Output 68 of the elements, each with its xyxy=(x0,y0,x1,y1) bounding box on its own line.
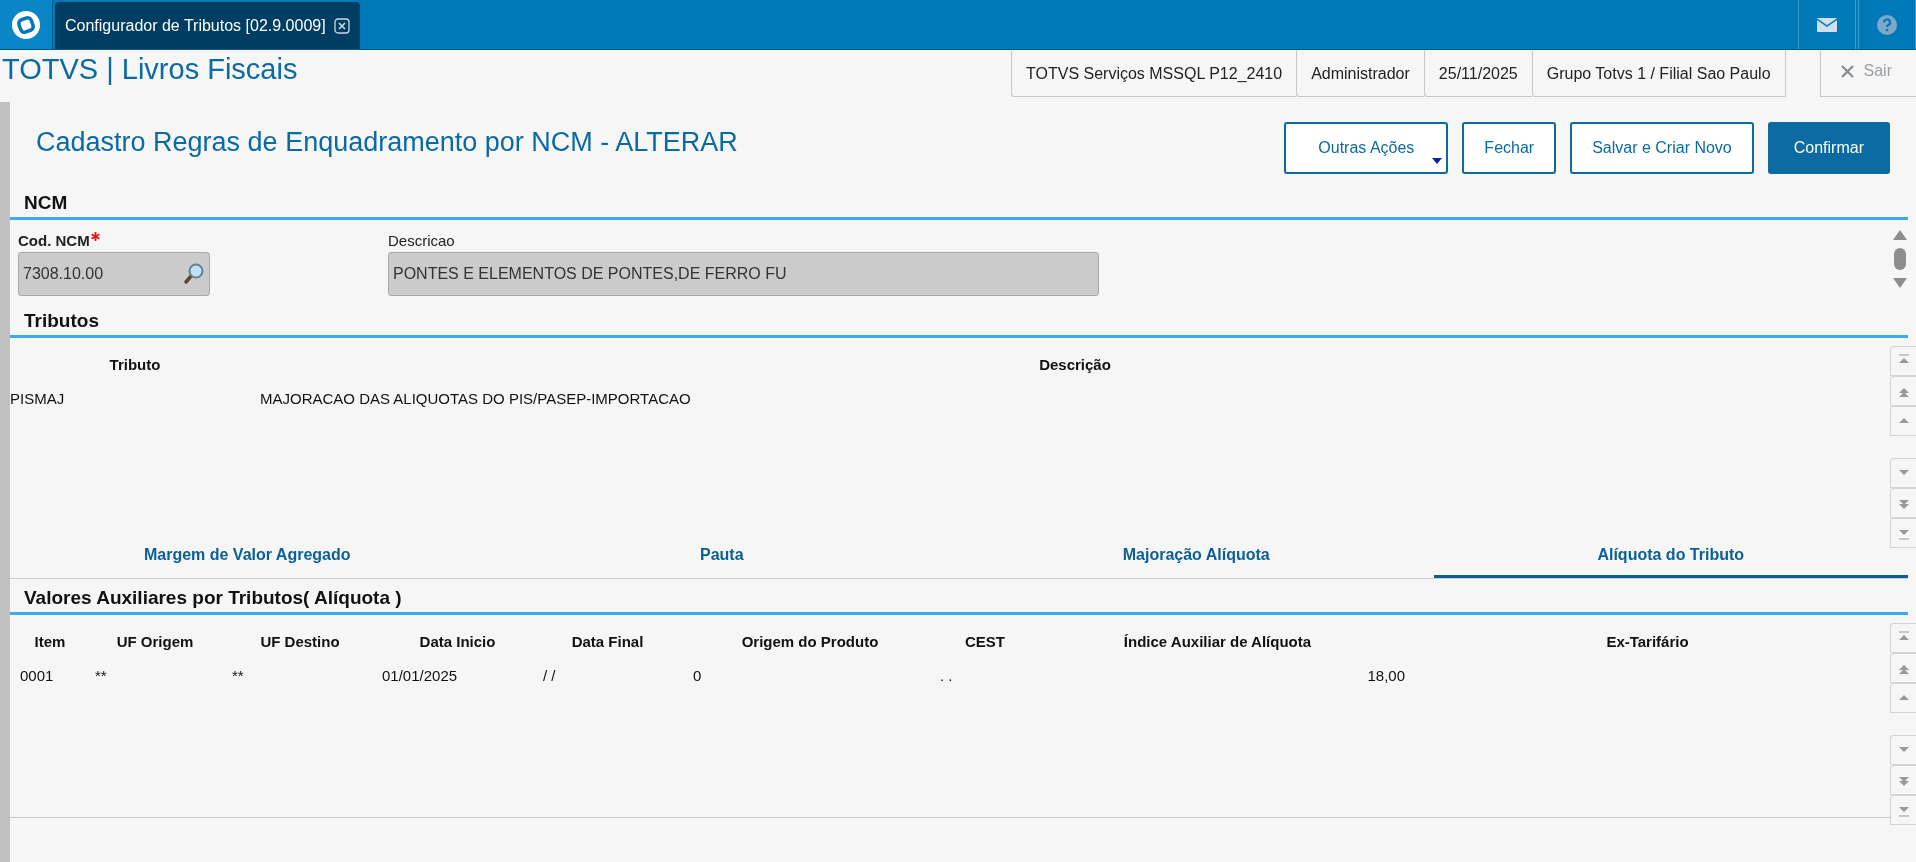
column-header[interactable]: Item xyxy=(10,632,90,650)
table-cell-text: 01/01/2025 xyxy=(381,666,458,684)
column-header[interactable]: UF Origem xyxy=(90,632,220,650)
table-cell-text: ** xyxy=(94,666,107,684)
table-cell-text: ** xyxy=(231,666,244,684)
column-header[interactable]: Ex-Tarifário xyxy=(1405,632,1890,650)
app-title: TOTVS | Livros Fiscais xyxy=(1,52,298,87)
table-cell-text: . . xyxy=(940,666,953,684)
column-header[interactable]: Tributo xyxy=(10,355,260,373)
session-info: 25/11/2025 xyxy=(1423,50,1532,97)
scroll-pageup-button[interactable] xyxy=(1890,376,1916,406)
column-header[interactable]: Data Inicio xyxy=(380,632,535,650)
scroll-up-button[interactable] xyxy=(1890,683,1916,713)
field-label: Descricao xyxy=(388,232,455,249)
action-button[interactable]: Confirmar xyxy=(1767,122,1890,174)
table-cell-text: 0 xyxy=(692,666,702,684)
column-header[interactable]: Índice Auxiliar de Alíquota xyxy=(1030,632,1405,650)
mail-button[interactable] xyxy=(1798,0,1856,49)
table-cell-text: / / xyxy=(542,666,556,684)
form-title: Cadastro Regras de Enquadramento por NCM - ALTERAR xyxy=(35,126,738,158)
session-info: Grupo Totvs 1 / Filial Sao Paulo xyxy=(1531,50,1786,97)
tab[interactable]: Pauta xyxy=(484,534,959,578)
tab[interactable]: Majoração Alíquota xyxy=(959,534,1434,578)
table-cell-text: MAJORACAO DAS ALIQUOTAS DO PIS/PASEP-IMPORTACAO xyxy=(260,389,692,407)
scroll-pagedown-button[interactable] xyxy=(1890,488,1916,518)
scroll-down-button[interactable] xyxy=(1890,735,1916,765)
section-heading: Valores Auxiliares por Tributos( Alíquota ) xyxy=(24,587,402,608)
scroll-last-button[interactable] xyxy=(1890,795,1916,825)
close-icon[interactable] xyxy=(333,17,350,34)
code-field[interactable]: 7308.10.00 xyxy=(18,252,210,296)
scroll-thumb[interactable] xyxy=(1894,248,1906,270)
column-header[interactable]: Data Final xyxy=(535,632,680,650)
table-cell-text: PISMAJ xyxy=(10,389,66,407)
column-header[interactable]: UF Destino xyxy=(220,632,380,650)
help-icon xyxy=(1876,13,1898,36)
required-icon xyxy=(90,232,100,241)
table-cell-text: 0001 xyxy=(19,666,54,684)
app-tab[interactable]: Configurador de Tributos [02.9.0009] xyxy=(55,2,360,49)
tab[interactable]: Margem de Valor Agregado xyxy=(10,534,485,578)
column-header[interactable]: Origem do Produto xyxy=(680,632,940,650)
scroll-up-button[interactable] xyxy=(1890,406,1916,436)
session-info: Administrador xyxy=(1296,50,1424,97)
caret-icon xyxy=(1432,158,1443,164)
table-cell-text: 18,00 xyxy=(1367,666,1405,684)
scroll-up-icon[interactable] xyxy=(1893,230,1907,240)
scroll-down-button[interactable] xyxy=(1890,458,1916,488)
menu-button[interactable]: Outras Ações xyxy=(1284,122,1449,174)
field-label: Cod. NCM xyxy=(18,232,90,249)
scroll-pagedown-button[interactable] xyxy=(1890,765,1916,795)
action-button[interactable]: Fechar xyxy=(1462,122,1557,174)
column-header[interactable]: CEST xyxy=(940,632,1030,650)
search-icon[interactable] xyxy=(183,263,205,285)
mail-icon xyxy=(1817,17,1837,32)
scroll-first-button[interactable] xyxy=(1890,623,1916,653)
tab[interactable]: Alíquota do Tributo xyxy=(1433,534,1908,578)
scroll-pageup-button[interactable] xyxy=(1890,653,1916,683)
column-header[interactable]: Descrição xyxy=(260,355,1890,373)
section-heading: NCM xyxy=(24,192,68,213)
scroll-down-icon[interactable] xyxy=(1893,278,1907,288)
session-info: TOTVS Serviços MSSQL P12_2410 xyxy=(1011,50,1297,97)
help-button[interactable] xyxy=(1858,0,1916,49)
logo-icon[interactable] xyxy=(0,0,53,49)
close-icon xyxy=(1840,64,1854,78)
action-button[interactable]: Salvar e Criar Novo xyxy=(1570,122,1754,174)
scroll-first-button[interactable] xyxy=(1890,346,1916,376)
description-field[interactable]: PONTES E ELEMENTOS DE PONTES,DE FERRO FU xyxy=(388,252,1099,296)
section-heading: Tributos xyxy=(24,310,99,331)
scroll-last-button[interactable] xyxy=(1890,518,1916,548)
